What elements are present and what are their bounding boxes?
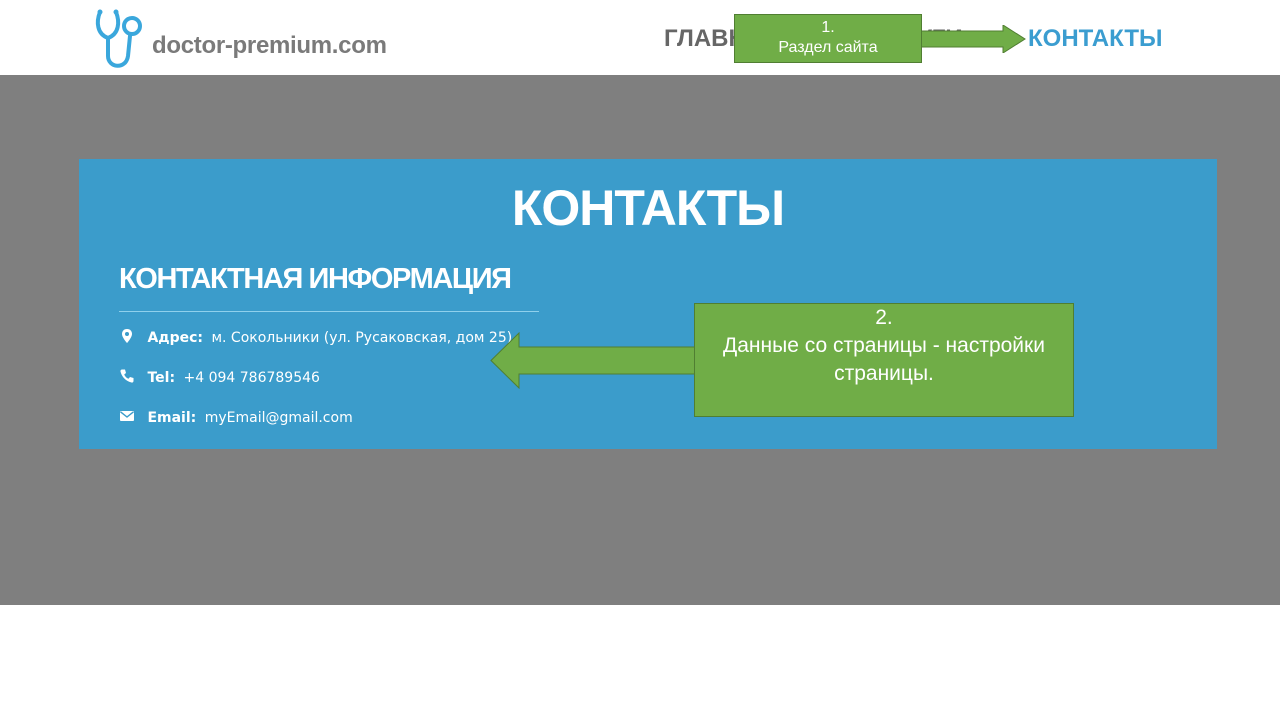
page-title: КОНТАКТЫ bbox=[511, 180, 785, 236]
nav-contacts[interactable]: КОНТАКТЫ bbox=[1028, 25, 1163, 53]
callout-text: Данные со страницы - настройки страницы. bbox=[723, 334, 1045, 385]
callout-page-data: 2. Данные со страницы - настройки страни… bbox=[694, 303, 1074, 417]
tel-value[interactable]: +4 094 786789546 bbox=[184, 370, 320, 386]
callout-site-section: 1. Раздел сайта bbox=[734, 14, 922, 63]
heading-divider bbox=[119, 311, 539, 312]
envelope-icon bbox=[120, 411, 134, 421]
phone-icon bbox=[120, 369, 134, 383]
arrow-left-icon bbox=[490, 332, 696, 389]
site-header: doctor-premium.com ГЛАВН ЛУГИ КОНТАКТЫ bbox=[0, 0, 1280, 75]
contact-tel-row: Tel: +4 094 786789546 bbox=[119, 367, 320, 389]
callout-number: 2. bbox=[875, 306, 893, 329]
address-value: м. Сокольники (ул. Русаковская, дом 25) bbox=[211, 330, 513, 346]
tel-label: Tel: bbox=[147, 370, 176, 386]
contact-info-heading: КОНТАКТНАЯ ИНФОРМАЦИЯ bbox=[119, 263, 512, 295]
email-label: Email: bbox=[147, 410, 197, 426]
callout-text: Раздел сайта bbox=[778, 39, 878, 56]
contact-email-row: Email: myEmail@gmail.com bbox=[119, 407, 353, 429]
address-label: Адрес: bbox=[147, 330, 204, 346]
map-marker-icon bbox=[122, 329, 132, 343]
contact-address-row: Адрес: м. Сокольники (ул. Русаковская, д… bbox=[119, 327, 512, 349]
email-value[interactable]: myEmail@gmail.com bbox=[205, 410, 353, 426]
callout-number: 1. bbox=[821, 19, 835, 36]
main-nav: ГЛАВН ЛУГИ КОНТАКТЫ bbox=[0, 25, 1280, 55]
